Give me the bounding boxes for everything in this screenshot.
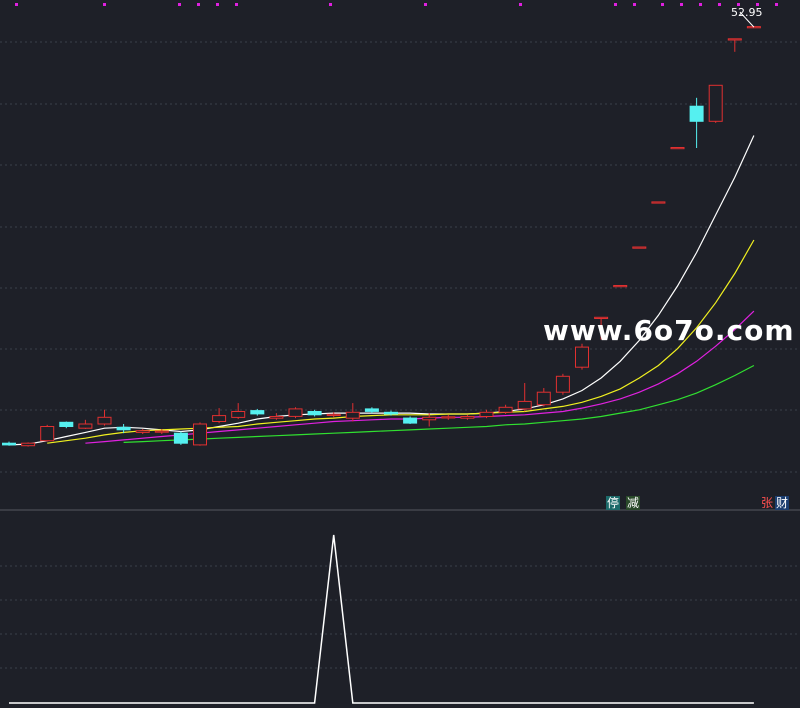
candle-body	[97, 416, 112, 425]
candle-body	[517, 400, 532, 410]
candlesticks	[2, 11, 761, 447]
top-dot	[614, 3, 617, 6]
marker-fin: 财	[775, 496, 790, 510]
marker-rise: 张	[761, 496, 774, 510]
watermark: www.6o7o.com	[543, 314, 795, 347]
candle-body	[689, 105, 704, 122]
candle-body	[40, 426, 55, 442]
top-dot	[235, 3, 238, 6]
candle-body	[116, 426, 131, 431]
top-dot	[197, 3, 200, 6]
candle-body	[2, 442, 16, 446]
candle-body	[632, 246, 647, 249]
marker-stop: 停	[606, 496, 621, 510]
candle-body	[727, 38, 742, 41]
stock-chart	[0, 3, 800, 704]
candle-body	[555, 375, 570, 393]
max-price-label: 52.95	[731, 6, 763, 19]
top-dot	[329, 3, 332, 6]
candle-body	[651, 201, 666, 204]
moving-average-line	[8, 135, 755, 446]
candle-body	[364, 408, 379, 412]
candle-body	[59, 421, 74, 427]
candle-body	[288, 408, 303, 417]
top-dot	[718, 3, 721, 6]
candle-body	[231, 411, 246, 418]
top-dot	[633, 3, 636, 6]
candle-body	[326, 413, 341, 416]
top-marker-dots	[15, 3, 778, 6]
candle-body	[422, 416, 437, 421]
top-dot	[519, 3, 522, 6]
candle-body	[154, 430, 169, 433]
candle-body	[441, 416, 456, 419]
candle-body	[345, 411, 360, 419]
top-dot	[775, 3, 778, 6]
indicator-panel	[9, 534, 754, 704]
moving-average-lines	[8, 135, 755, 446]
candle-body	[21, 442, 36, 447]
candle-body	[250, 410, 265, 415]
top-dot	[178, 3, 181, 6]
top-dot	[216, 3, 219, 6]
candle-body	[212, 415, 227, 423]
indicator-line	[9, 534, 754, 704]
candle-body	[135, 430, 150, 433]
top-dot	[15, 3, 18, 6]
candle-body	[670, 147, 685, 150]
candle-body	[479, 411, 494, 417]
candle-body	[460, 416, 475, 419]
candle-body	[536, 391, 551, 406]
candle-body	[403, 417, 418, 424]
top-dot	[424, 3, 427, 6]
candle-body	[384, 411, 398, 415]
moving-average-line	[123, 364, 755, 443]
top-dot	[699, 3, 702, 6]
candle-body	[613, 285, 628, 288]
candle-body	[708, 84, 723, 122]
marker-cut: 减	[626, 496, 641, 510]
candle-body	[498, 406, 513, 413]
candle-body	[269, 416, 284, 419]
top-dot	[661, 3, 664, 6]
candle-body	[173, 432, 188, 444]
candle-body	[575, 346, 589, 368]
candle-body	[307, 411, 322, 416]
candle-body	[193, 423, 207, 446]
grid-lines	[0, 41, 800, 669]
candle-body	[78, 423, 93, 429]
top-dot	[680, 3, 683, 6]
top-dot	[103, 3, 106, 6]
